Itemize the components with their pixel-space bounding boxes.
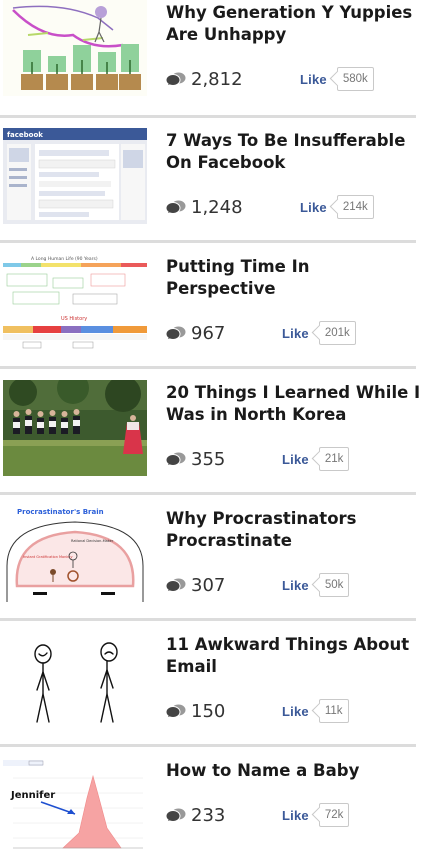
facebook-like: Like 11k: [282, 699, 349, 723]
timeline-chart-icon: A Long Human Life (90 Years) US History: [3, 254, 147, 350]
facebook-screenshot-icon: facebook: [3, 128, 147, 224]
divider: [0, 618, 416, 621]
comment-count: 967: [191, 322, 226, 344]
facebook-like: Like 214k: [300, 195, 374, 219]
article-title[interactable]: How to Name a Baby: [166, 760, 424, 782]
facebook-like: Like 21k: [282, 447, 350, 471]
article-meta: 355 Like 21k: [166, 446, 426, 472]
thumbnail-caption: A Long Human Life (90 Years): [31, 256, 98, 262]
name-popularity-chart-icon: Jennifer: [3, 758, 147, 854]
comment-count: 307: [191, 574, 226, 596]
article-thumbnail[interactable]: [3, 380, 147, 476]
like-count: 11k: [318, 699, 349, 723]
comment-count: 150: [191, 700, 226, 722]
comments-icon: [166, 326, 186, 340]
article-thumbnail[interactable]: Procrastinator's Brain Rational Decision…: [3, 506, 147, 602]
comments-icon: [166, 452, 186, 466]
article-thumbnail[interactable]: facebook: [3, 128, 147, 224]
article-title[interactable]: Why Procrastinators Procrastinate: [166, 508, 424, 552]
article-meta: 150 Like 11k: [166, 698, 426, 724]
comment-count: 233: [191, 804, 226, 826]
article-meta: 307 Like 50k: [166, 572, 426, 598]
article-title[interactable]: 11 Awkward Things About Email: [166, 634, 424, 678]
comment-count-link[interactable]: 355: [166, 446, 225, 472]
like-count: 580k: [336, 67, 374, 91]
like-button[interactable]: Like: [300, 72, 327, 87]
comment-count: 1,248: [191, 196, 243, 218]
comment-count: 355: [191, 448, 226, 470]
like-count: 214k: [336, 195, 374, 219]
divider: [0, 366, 416, 369]
comments-icon: [166, 578, 186, 592]
comment-count-link[interactable]: 150: [166, 698, 225, 724]
article-meta: 2,812 Like 580k: [166, 66, 426, 92]
article-meta: 1,248 Like 214k: [166, 194, 426, 220]
article-title[interactable]: 20 Things I Learned While I Was in North…: [166, 382, 424, 426]
article-title[interactable]: 7 Ways To Be Insufferable On Facebook: [166, 130, 424, 174]
like-count: 50k: [318, 573, 350, 597]
comments-icon: [166, 72, 186, 86]
facebook-like: Like 201k: [282, 321, 356, 345]
facebook-logo: facebook: [7, 131, 43, 139]
like-button[interactable]: Like: [282, 704, 309, 719]
gen-y-cartoon-icon: [3, 0, 147, 96]
article-thumbnail[interactable]: [3, 0, 147, 96]
like-button[interactable]: Like: [282, 326, 309, 341]
comment-count-link[interactable]: 967: [166, 320, 225, 346]
north-korea-photo-icon: [3, 380, 147, 476]
thumbnail-caption: Jennifer: [10, 790, 55, 801]
thumbnail-caption: US History: [61, 316, 87, 322]
facebook-like: Like 580k: [300, 67, 374, 91]
divider: [0, 115, 416, 118]
article-meta: 233 Like 72k: [166, 802, 426, 828]
like-button[interactable]: Like: [282, 808, 309, 823]
thumbnail-caption: Instant Gratification Monkey: [23, 555, 73, 559]
comments-icon: [166, 200, 186, 214]
facebook-like: Like 50k: [282, 573, 350, 597]
comment-count: 2,812: [191, 68, 243, 90]
article-title[interactable]: Putting Time In Perspective: [166, 256, 424, 300]
article-thumbnail[interactable]: A Long Human Life (90 Years) US History: [3, 254, 147, 350]
comments-icon: [166, 808, 186, 822]
like-button[interactable]: Like: [300, 200, 327, 215]
like-count: 21k: [318, 447, 350, 471]
comments-icon: [166, 704, 186, 718]
comment-count-link[interactable]: 2,812: [166, 66, 243, 92]
divider: [0, 492, 416, 495]
comment-count-link[interactable]: 1,248: [166, 194, 243, 220]
article-thumbnail[interactable]: Jennifer: [3, 758, 147, 854]
comment-count-link[interactable]: 233: [166, 802, 225, 828]
like-button[interactable]: Like: [282, 578, 309, 593]
thumbnail-caption: Procrastinator's Brain: [17, 508, 104, 516]
article-meta: 967 Like 201k: [166, 320, 426, 346]
like-count: 201k: [318, 321, 356, 345]
divider: [0, 240, 416, 243]
article-thumbnail[interactable]: [3, 632, 147, 728]
like-button[interactable]: Like: [282, 452, 309, 467]
article-title[interactable]: Why Generation Y Yuppies Are Unhappy: [166, 2, 424, 46]
facebook-like: Like 72k: [282, 803, 350, 827]
divider: [0, 744, 416, 747]
stick-figures-icon: [3, 632, 147, 728]
thumbnail-caption: Rational Decision-Maker: [71, 539, 114, 543]
comment-count-link[interactable]: 307: [166, 572, 225, 598]
procrastinator-brain-icon: Procrastinator's Brain Rational Decision…: [3, 506, 147, 602]
like-count: 72k: [318, 803, 350, 827]
